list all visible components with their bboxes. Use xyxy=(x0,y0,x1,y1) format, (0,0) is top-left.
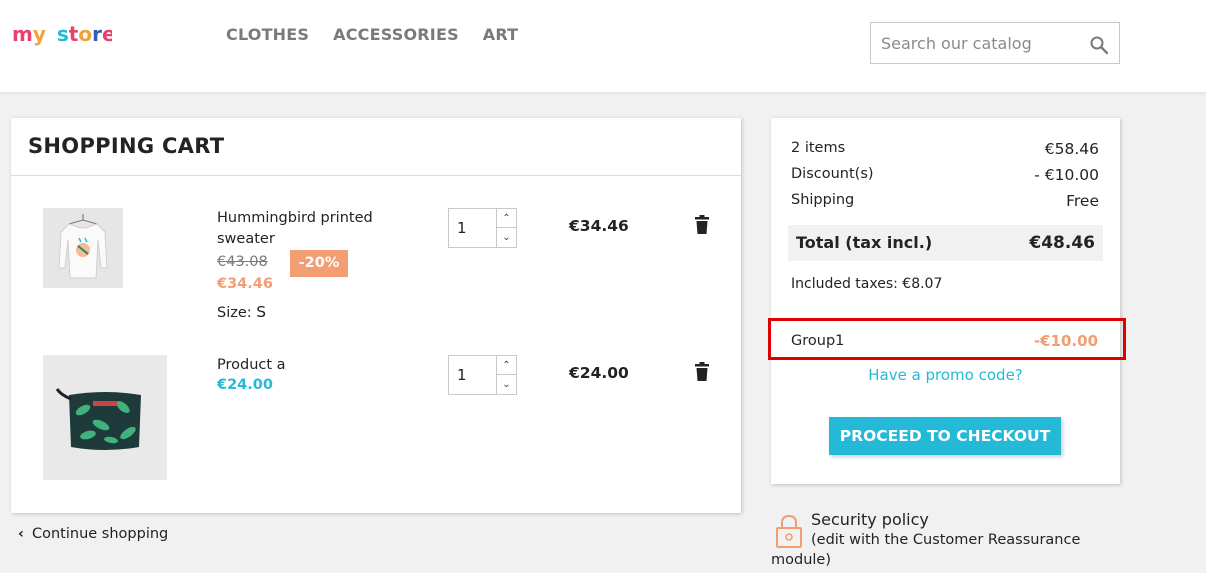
product-size: Size: S xyxy=(217,303,266,321)
nav-clothes[interactable]: CLOTHES xyxy=(226,25,309,44)
main-nav: CLOTHES ACCESSORIES ART xyxy=(226,25,542,44)
items-subtotal: €58.46 xyxy=(1044,140,1099,158)
product-price-pouch: €24.00 xyxy=(217,377,273,393)
search-icon[interactable] xyxy=(1089,35,1109,55)
shopping-cart-panel: SHOPPING CART Hummingbird printed sweate… xyxy=(11,118,741,513)
pouch-image xyxy=(43,355,167,480)
nav-accessories[interactable]: ACCESSORIES xyxy=(333,25,459,44)
shipping-value: Free xyxy=(1066,192,1099,210)
chevron-down-icon[interactable]: ⌄ xyxy=(496,375,516,394)
quantity-stepper: ⌃ ⌄ xyxy=(448,355,517,395)
product-image-pouch[interactable] xyxy=(43,355,167,480)
security-policy-description: (edit with the Customer Reassurance modu… xyxy=(771,532,1081,568)
applied-voucher: Group1 -€10.00 xyxy=(768,318,1126,360)
quantity-input[interactable] xyxy=(449,356,497,394)
chevron-down-icon[interactable]: ⌄ xyxy=(496,228,516,247)
quantity-stepper: ⌃ ⌄ xyxy=(448,208,517,248)
discount-badge: -20% xyxy=(290,250,348,277)
total-row: Total (tax incl.) €48.46 xyxy=(788,225,1103,261)
total-value: €48.46 xyxy=(1029,233,1095,253)
store-logo[interactable]: my store xyxy=(12,20,116,55)
continue-shopping-label: Continue shopping xyxy=(31,526,169,542)
site-header: my store CLOTHES ACCESSORIES ART xyxy=(0,0,1206,93)
security-policy-title: Security policy xyxy=(811,510,929,529)
size-value: S xyxy=(256,303,267,321)
total-label: Total (tax incl.) xyxy=(796,233,933,252)
size-label: Size: xyxy=(217,305,252,321)
trash-icon[interactable] xyxy=(694,362,710,382)
continue-shopping-link[interactable]: ‹ Continue shopping xyxy=(18,526,168,542)
product-image-sweater[interactable] xyxy=(43,208,123,288)
nav-art[interactable]: ART xyxy=(483,25,519,44)
discount-value: - €10.00 xyxy=(1034,166,1099,184)
summary-items-row: 2 items €58.46 xyxy=(791,140,1099,158)
quantity-input[interactable] xyxy=(449,209,497,247)
divider xyxy=(11,175,741,176)
voucher-name: Group1 xyxy=(791,333,845,349)
search-box xyxy=(870,22,1120,64)
cart-summary-panel: 2 items €58.46 Discount(s) - €10.00 Ship… xyxy=(768,118,1126,484)
regular-price: €43.08 xyxy=(217,254,268,270)
trash-icon[interactable] xyxy=(694,215,710,235)
shipping-label: Shipping xyxy=(791,192,855,208)
cart-title: SHOPPING CART xyxy=(28,134,225,158)
search-input[interactable] xyxy=(871,23,1076,63)
chevron-up-icon[interactable]: ⌃ xyxy=(496,356,516,375)
proceed-to-checkout-button[interactable]: PROCEED TO CHECKOUT xyxy=(829,417,1061,455)
line-total: €34.46 xyxy=(569,217,629,235)
summary-discount-row: Discount(s) - €10.00 xyxy=(791,166,1099,184)
included-taxes: Included taxes: €8.07 xyxy=(791,276,943,292)
promo-code-link[interactable]: Have a promo code? xyxy=(771,366,1120,384)
voucher-value: -€10.00 xyxy=(1033,332,1098,350)
product-price-sweater: €34.46 xyxy=(217,276,273,292)
product-name-sweater[interactable]: Hummingbird printed sweater xyxy=(217,208,392,250)
sweater-image xyxy=(43,208,123,288)
discount-label: Discount(s) xyxy=(791,166,874,182)
line-total: €24.00 xyxy=(569,364,629,382)
items-count: 2 items xyxy=(791,140,846,156)
logo-graphic: my store xyxy=(12,22,116,46)
svg-text:my store: my store xyxy=(12,22,112,46)
summary-shipping-row: Shipping Free xyxy=(791,192,1099,210)
chevron-left-icon: ‹ xyxy=(18,526,24,542)
product-name-pouch[interactable]: Product a xyxy=(217,355,392,376)
chevron-up-icon[interactable]: ⌃ xyxy=(496,209,516,228)
